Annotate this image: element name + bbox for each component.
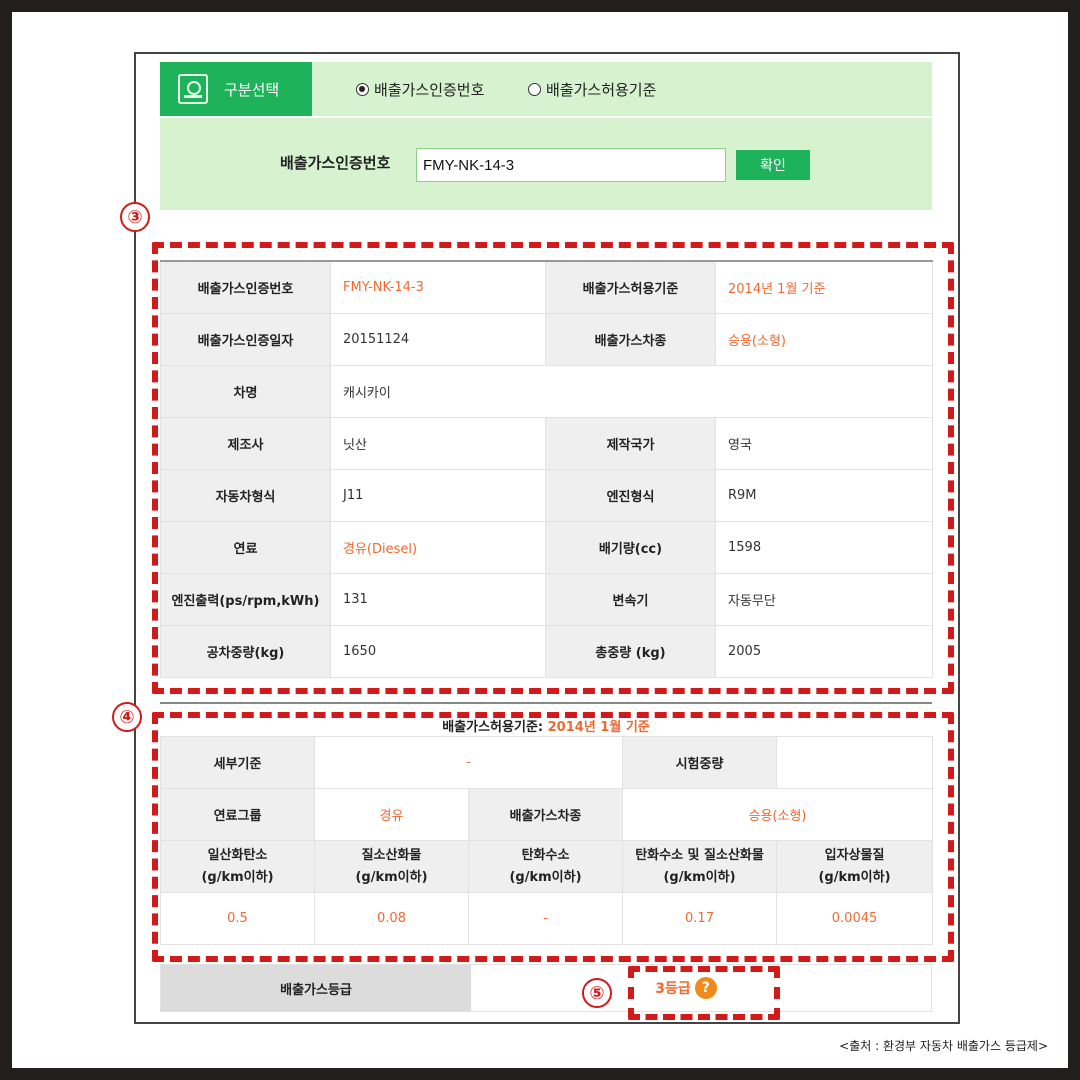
radio-unselected-icon — [528, 82, 541, 96]
confirm-button[interactable]: 확인 — [736, 150, 810, 180]
annotation-badge-5: ⑤ — [582, 978, 612, 1008]
radio-cert-label: 배출가스인증번호 — [374, 80, 485, 99]
source-caption: <출처 : 환경부 자동차 배출가스 등급제> — [839, 1039, 1048, 1053]
selection-bar: 구분선택 배출가스인증번호 배출가스허용기준 — [160, 62, 932, 116]
emission-grade-row: 배출가스등급 3등급 ? — [160, 964, 932, 1012]
radio-standard[interactable]: 배출가스허용기준 — [528, 62, 656, 116]
cert-number-input[interactable] — [416, 148, 726, 182]
radio-standard-label: 배출가스허용기준 — [546, 80, 657, 99]
radio-selected-icon — [356, 82, 369, 96]
search-label: 배출가스인증번호 — [280, 154, 391, 172]
annotation-box-3 — [152, 242, 954, 694]
id-card-icon — [178, 74, 208, 104]
selection-tab: 구분선택 — [160, 62, 312, 116]
radio-cert-number[interactable]: 배출가스인증번호 — [356, 62, 484, 116]
annotation-box-4 — [152, 712, 954, 962]
screenshot-canvas: 구분선택 배출가스인증번호 배출가스허용기준 배출가스인증번호 확인 배출가스인… — [12, 12, 1068, 1068]
section-divider — [160, 702, 932, 704]
annotation-badge-4: ④ — [112, 702, 142, 732]
annotation-box-5 — [628, 966, 780, 1020]
emission-lookup-panel: 구분선택 배출가스인증번호 배출가스허용기준 배출가스인증번호 확인 배출가스인… — [112, 52, 960, 1024]
grade-label: 배출가스등급 — [161, 965, 471, 1011]
annotation-badge-3: ③ — [120, 202, 150, 232]
search-bar: 배출가스인증번호 확인 — [160, 118, 932, 210]
selection-tab-label: 구분선택 — [224, 80, 280, 99]
